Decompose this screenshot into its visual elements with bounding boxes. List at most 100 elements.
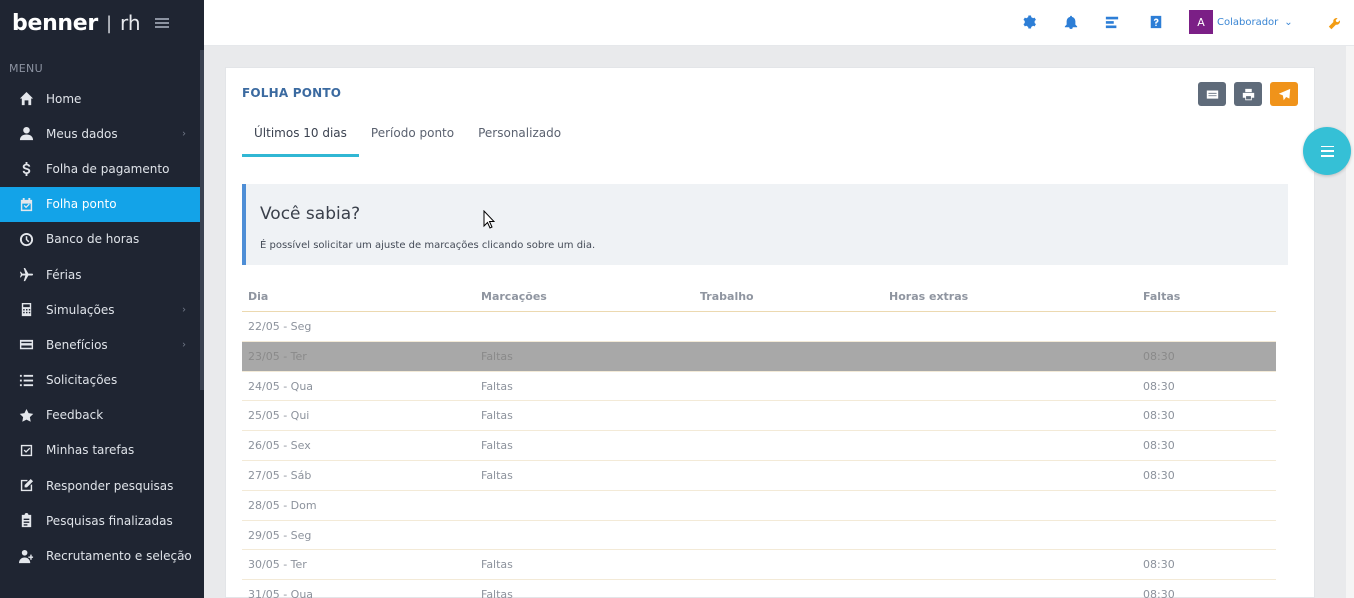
user-icon: [18, 126, 34, 142]
sidebar-item-label: Simulações: [46, 302, 115, 317]
page-title: FOLHA PONTO: [242, 86, 342, 100]
tab-ultimos-10-dias[interactable]: Últimos 10 dias: [242, 123, 359, 157]
cell-dia: 27/05 - Sáb: [248, 468, 312, 482]
calendar-check-icon: [18, 196, 34, 212]
home-icon: [18, 91, 34, 107]
sidebar-item-beneficios[interactable]: Benefícios ›: [0, 327, 204, 362]
cell-faltas: 08:30: [1143, 468, 1175, 482]
sidebar-item-banco-de-horas[interactable]: Banco de horas: [0, 222, 204, 257]
fab-menu-button[interactable]: [1303, 127, 1351, 175]
sidebar-item-label: Home: [46, 91, 82, 106]
col-marcacoes: Marcações: [481, 290, 547, 303]
brand-logo[interactable]: benner | rh: [0, 0, 204, 46]
timesheet-table: Dia Marcações Trabalho Horas extras Falt…: [242, 282, 1276, 598]
cell-faltas: 08:30: [1143, 588, 1175, 598]
print-button[interactable]: [1234, 82, 1262, 106]
sidebar-item-label: Banco de horas: [46, 232, 140, 247]
cell-faltas: 08:30: [1143, 349, 1175, 363]
brand-name: benner: [12, 10, 98, 36]
sidebar-item-folha-ponto[interactable]: Folha ponto: [0, 186, 204, 222]
sidebar-item-label: Meus dados: [46, 126, 118, 141]
tip-box: Você sabia? É possível solicitar um ajus…: [242, 184, 1288, 265]
sidebar-item-label: Folha de pagamento: [46, 161, 170, 176]
cell-dia: 24/05 - Qua: [248, 379, 314, 393]
cell-marcacoes: Faltas: [481, 379, 513, 393]
sidebar-scrollbar[interactable]: [200, 50, 204, 390]
col-dia: Dia: [248, 290, 269, 303]
table-row[interactable]: 31/05 - Qua Faltas 08:30: [242, 580, 1276, 598]
cell-marcacoes: Faltas: [481, 349, 513, 363]
id-card-icon: [1206, 89, 1218, 99]
gear-icon[interactable]: [1021, 14, 1037, 30]
sidebar-item-label: Pesquisas finalizadas: [46, 513, 173, 528]
cell-dia: 31/05 - Qua: [248, 588, 314, 598]
user-menu[interactable]: A Colaborador ⌄: [1189, 10, 1293, 34]
help-icon[interactable]: [1148, 14, 1164, 30]
tab-periodo-ponto[interactable]: Período ponto: [359, 123, 466, 157]
sidebar-item-label: Minhas tarefas: [46, 443, 135, 458]
cell-dia: 25/05 - Qui: [248, 409, 310, 423]
sidebar-item-home[interactable]: Home: [0, 81, 204, 116]
cell-dia: 30/05 - Ter: [248, 558, 307, 572]
sidebar-item-responder-pesquisas[interactable]: Responder pesquisas: [0, 468, 204, 503]
id-card-button[interactable]: [1198, 82, 1226, 106]
user-name: Colaborador: [1217, 16, 1279, 28]
tab-personalizado[interactable]: Personalizado: [466, 123, 573, 157]
calculator-icon: [18, 302, 34, 318]
cell-dia: 22/05 - Seg: [248, 320, 312, 333]
send-button[interactable]: [1270, 82, 1298, 106]
sidebar-item-label: Benefícios: [46, 337, 108, 352]
table-row[interactable]: 22/05 - Seg: [242, 312, 1276, 342]
chevron-right-icon: ›: [182, 128, 186, 140]
chevron-right-icon: ›: [182, 339, 186, 351]
table-row[interactable]: 25/05 - Qui Faltas 08:30: [242, 401, 1276, 432]
sidebar-item-feedback[interactable]: Feedback: [0, 398, 204, 433]
cell-faltas: 08:30: [1143, 558, 1175, 572]
col-faltas: Faltas: [1143, 290, 1181, 303]
table-row[interactable]: 26/05 - Sex Faltas 08:30: [242, 431, 1276, 461]
sidebar-item-simulacoes[interactable]: Simulações ›: [0, 292, 204, 327]
sidebar-item-folha-de-pagamento[interactable]: Folha de pagamento: [0, 151, 204, 186]
cell-marcacoes: Faltas: [481, 558, 513, 572]
chevron-right-icon: ›: [182, 304, 186, 316]
sidebar-item-minhas-tarefas[interactable]: Minhas tarefas: [0, 433, 204, 468]
folha-ponto-card: FOLHA PONTO Últimos 10 dias Período pont…: [225, 67, 1315, 598]
sidebar-item-recrutamento-e-selecao[interactable]: Recrutamento e seleção ›: [0, 538, 204, 573]
table-row[interactable]: 27/05 - Sáb Faltas 08:30: [242, 461, 1276, 491]
cell-dia: 23/05 - Ter: [248, 349, 307, 363]
sidebar-item-ferias[interactable]: Férias: [0, 257, 204, 292]
cell-marcacoes: Faltas: [481, 409, 513, 423]
edit-icon: [18, 478, 34, 494]
plane-icon: [18, 267, 34, 283]
cell-dia: 29/05 - Seg: [248, 528, 312, 542]
clock-icon: [18, 231, 34, 247]
sidebar-item-label: Feedback: [46, 408, 104, 423]
tip-title: Você sabia?: [260, 204, 361, 224]
clipboard-icon: [18, 513, 34, 529]
sidebar-item-label: Recrutamento e seleção: [46, 549, 192, 564]
page-scrollbar[interactable]: [1346, 46, 1354, 598]
table-row[interactable]: 28/05 - Dom: [242, 491, 1276, 521]
chevron-right-icon: ›: [182, 550, 186, 562]
cell-marcacoes: Faltas: [481, 468, 513, 482]
cell-faltas: 08:30: [1143, 409, 1175, 423]
avatar: A: [1189, 10, 1213, 34]
cell-marcacoes: Faltas: [481, 588, 513, 598]
tasks-icon[interactable]: [1104, 14, 1120, 30]
table-row[interactable]: 24/05 - Qua Faltas 08:30: [242, 372, 1276, 402]
person-add-icon: [18, 548, 34, 564]
bell-icon[interactable]: [1063, 14, 1079, 30]
cell-dia: 28/05 - Dom: [248, 498, 317, 512]
card-actions: [1198, 82, 1298, 106]
table-body: 22/05 - Seg 23/05 - Ter Faltas 08:30 24/05 -…: [242, 312, 1276, 598]
wrench-icon[interactable]: [1328, 15, 1342, 30]
sidebar-item-solicitacoes[interactable]: Solicitações: [0, 363, 204, 398]
sidebar-item-meus-dados[interactable]: Meus dados ›: [0, 116, 204, 151]
menu-list: Home Meus dados › Folha de pagamento Folha p…: [0, 81, 204, 574]
table-row[interactable]: 23/05 - Ter Faltas 08:30: [242, 341, 1276, 372]
sidebar-item-pesquisas-finalizadas[interactable]: Pesquisas finalizadas: [0, 503, 204, 538]
sidebar-item-label: Solicitações: [46, 373, 118, 388]
hamburger-icon[interactable]: [154, 18, 169, 28]
table-row[interactable]: 29/05 - Seg: [242, 521, 1276, 551]
table-row[interactable]: 30/05 - Ter Faltas 08:30: [242, 550, 1276, 581]
